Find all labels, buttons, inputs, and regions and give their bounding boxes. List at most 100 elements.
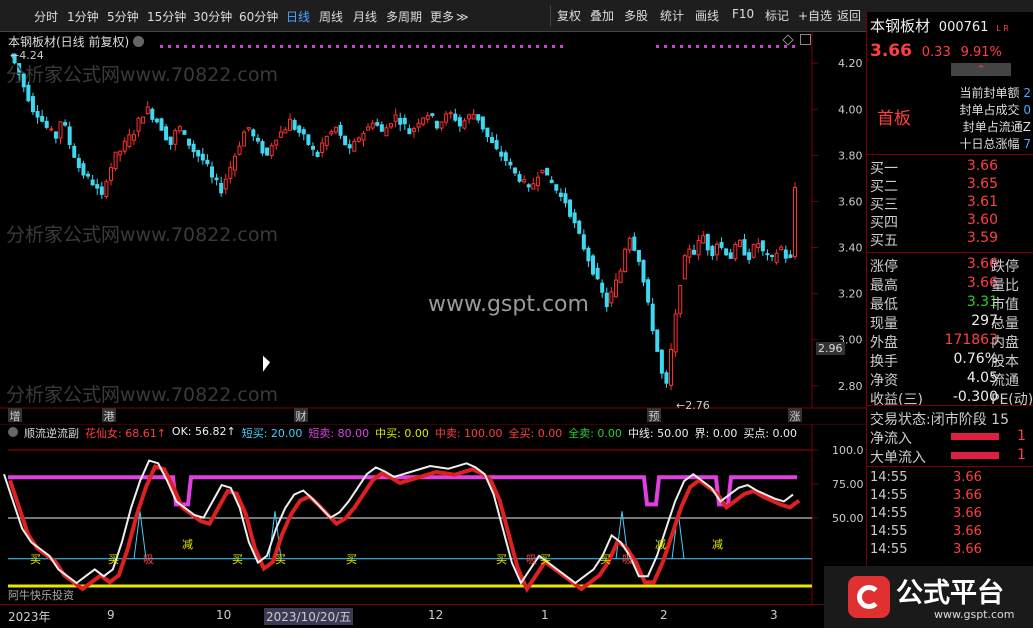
signal-dot <box>192 45 195 48</box>
back-button[interactable]: 返回 <box>837 7 861 24</box>
brand-logo: 公式平台 www.gspt.com <box>824 566 1033 628</box>
legend-item: 短卖: 80.00 <box>308 427 370 440</box>
tick-price: 3.66 <box>953 524 982 539</box>
signal-label: 减 <box>712 538 723 551</box>
candle-body <box>765 253 770 256</box>
signal-dot <box>448 45 451 48</box>
candle-body <box>540 169 545 174</box>
candle-body <box>687 248 692 258</box>
period-tab[interactable]: 周线 <box>319 8 343 25</box>
candle-body <box>228 166 233 179</box>
signal-dot <box>232 45 235 48</box>
candle-body <box>99 186 104 195</box>
candle-body <box>444 113 449 123</box>
candle-body <box>425 115 430 120</box>
candle-body <box>72 145 77 158</box>
signal-dot <box>488 45 491 48</box>
period-tab[interactable]: 30分钟 <box>193 8 232 25</box>
stat-label: 涨停 <box>870 259 898 275</box>
event-marker[interactable]: 预 <box>647 408 661 423</box>
mark-button[interactable]: 标记 <box>765 7 789 24</box>
f10-button[interactable]: F10 <box>732 7 754 21</box>
event-marker[interactable]: 港 <box>102 408 116 423</box>
candle-body <box>251 129 256 137</box>
seal-value: 2 <box>1023 86 1031 100</box>
candle-body <box>113 151 118 170</box>
candle-body <box>499 151 504 157</box>
period-tab[interactable]: 分时 <box>34 8 58 25</box>
stat-label-right: 跌停 <box>991 259 1019 275</box>
candle-body <box>306 134 311 145</box>
candle-body <box>269 145 274 156</box>
candle-body <box>315 151 320 157</box>
candle-body <box>122 140 127 152</box>
event-marker[interactable]: 涨 <box>788 408 802 423</box>
more-menu[interactable]: 更多 ≫ <box>430 8 469 25</box>
candle-body <box>728 252 733 259</box>
tick-time: 14:55 <box>870 542 908 557</box>
stats-button[interactable]: 统计 <box>660 7 684 24</box>
period-tab[interactable]: 15分钟 <box>147 8 186 25</box>
candle-body <box>205 159 210 165</box>
signal-dot <box>352 45 355 48</box>
legend-item: 全卖: 0.00 <box>568 427 622 440</box>
period-tab[interactable]: 月线 <box>353 8 377 25</box>
bid-label: 买一 <box>870 161 898 177</box>
window-control[interactable] <box>800 34 811 45</box>
indicator-chart[interactable]: 100.0 75.00 50.00 顺流逆流副 花仙女: 68.61↑ OK: 56.… <box>0 424 866 604</box>
candle-body <box>63 122 68 126</box>
stat-row: 涨停 3.66 跌停 <box>867 256 1033 275</box>
period-tab-active[interactable]: 日线 <box>286 8 310 25</box>
event-marker[interactable]: 增 <box>8 408 22 423</box>
flow-row: 净流入 1 <box>867 428 1033 447</box>
candle-body <box>411 128 416 132</box>
tick-price: 3.66 <box>953 506 982 521</box>
candle-body <box>714 243 719 256</box>
multi-stock-button[interactable]: 多股 <box>624 7 648 24</box>
adjust-button[interactable]: 复权 <box>557 7 581 24</box>
candle-body <box>613 279 618 298</box>
period-tab[interactable]: 1分钟 <box>67 8 99 25</box>
signal-label: 买 <box>600 553 611 566</box>
signal-dot <box>216 45 219 48</box>
draw-line-button[interactable]: 画线 <box>695 7 719 24</box>
flow-row: 大单流入 1 <box>867 447 1033 466</box>
legend-item: 中线: 50.00 <box>627 427 689 440</box>
kline-chart[interactable]: 4.20 4.00 3.80 3.60 3.40 3.20 3.00 2.80 本钢板材(日线… <box>0 32 866 423</box>
candle-body <box>81 163 86 176</box>
chevron-right-icon: ≫ <box>456 10 469 24</box>
period-tab[interactable]: 60分钟 <box>239 8 278 25</box>
candle-body <box>232 155 237 171</box>
flow-value: 1 <box>1017 447 1026 463</box>
candle-body <box>35 111 40 118</box>
period-tab[interactable]: 5分钟 <box>107 8 139 25</box>
overlay-button[interactable]: 叠加 <box>590 7 614 24</box>
candle-body <box>669 348 674 386</box>
candle-body <box>297 125 302 133</box>
signal-label: 买 <box>346 553 357 566</box>
settings-icon[interactable] <box>133 36 145 47</box>
candle-body <box>453 113 458 121</box>
candle-body <box>329 131 334 135</box>
flow-label: 大单流入 <box>870 450 926 466</box>
more-label: 更多 <box>430 10 455 24</box>
candle-body <box>301 129 306 135</box>
period-tab[interactable]: 多周期 <box>386 8 422 25</box>
add-watchlist-button[interactable]: +自选 <box>798 7 832 24</box>
x-label-cursor: 2023/10/20/五 <box>264 608 354 625</box>
candle-body <box>150 108 155 120</box>
signal-dot <box>768 45 771 48</box>
tick-row: 14:55 3.66 <box>867 506 1033 525</box>
candle-body <box>393 114 398 122</box>
signal-dot <box>288 45 291 48</box>
candle-body <box>724 248 729 256</box>
event-marker[interactable]: 财 <box>294 408 308 423</box>
expand-button[interactable]: ⌃ <box>951 63 1011 76</box>
signal-dot <box>176 45 179 48</box>
candle-body <box>770 255 775 258</box>
watermark: 分析家公式网www.70822.com <box>6 64 278 86</box>
signal-dot <box>688 45 691 48</box>
indicator-settings-icon[interactable] <box>8 427 18 437</box>
ind-tick-label: 100.0 <box>832 444 864 457</box>
signal-dot <box>496 45 499 48</box>
